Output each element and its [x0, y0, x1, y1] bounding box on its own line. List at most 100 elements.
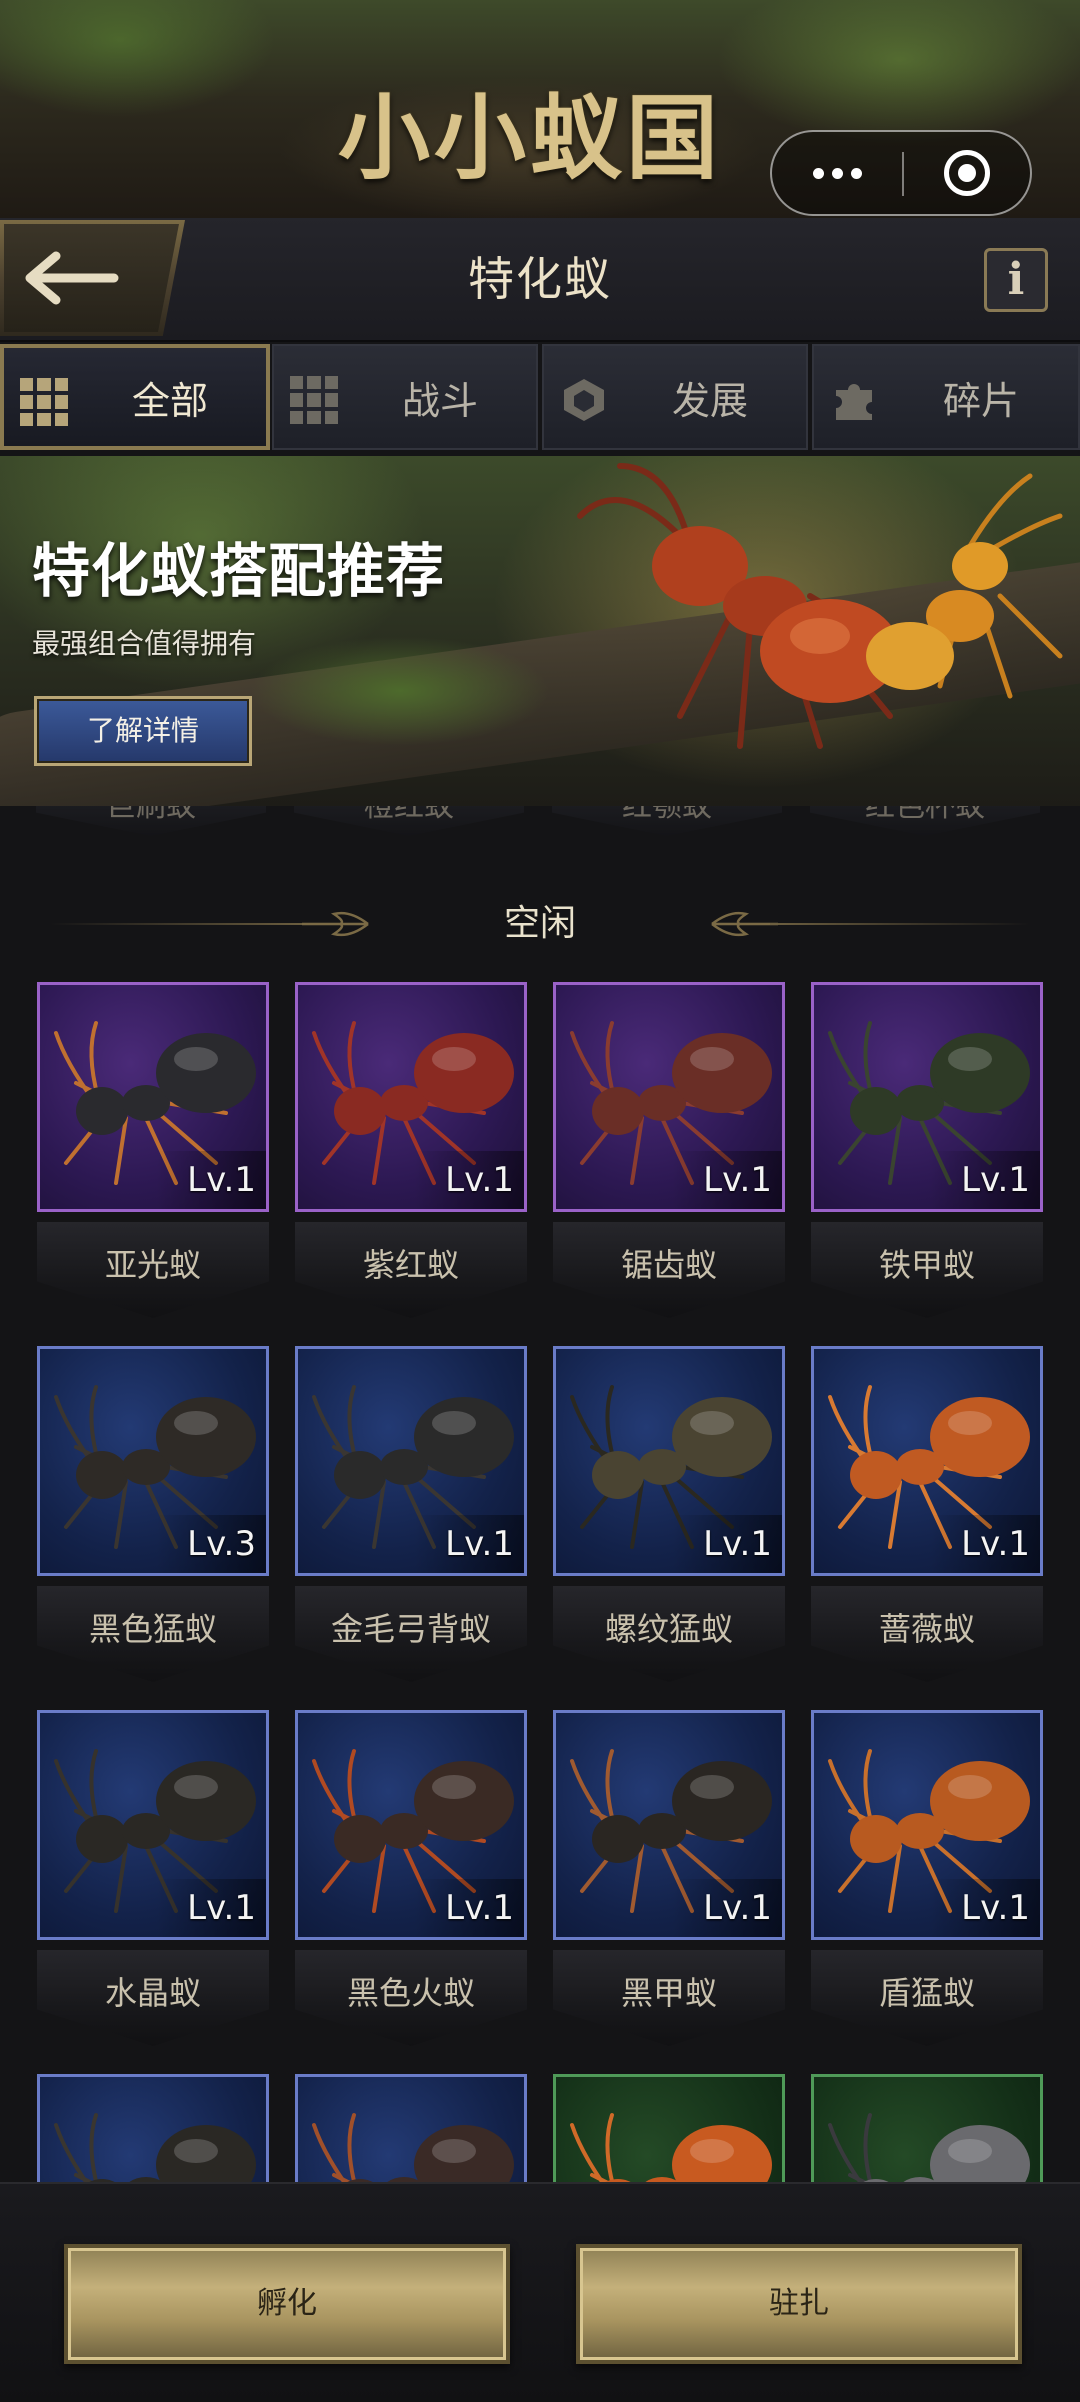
level-badge: Lv.1 — [414, 1879, 524, 1937]
divider-line — [50, 923, 310, 925]
learn-more-button[interactable]: 了解详情 — [34, 696, 252, 766]
ant-thumbnail: Lv.1 — [37, 982, 269, 1212]
back-arrow-icon — [25, 251, 119, 305]
moss-decoration — [250, 636, 550, 746]
level-badge: Lv.1 — [672, 1515, 782, 1573]
tab-label: 全部 — [131, 378, 208, 423]
ant-card[interactable]: Lv.1 金毛弓背蚁 — [295, 1346, 527, 1686]
grid-icon — [20, 378, 68, 426]
tab-fragments[interactable]: 碎片 — [812, 344, 1080, 450]
promo-subtitle: 最强组合值得拥有 — [32, 627, 257, 660]
ant-thumbnail: Lv.3 — [37, 1346, 269, 1576]
ant-thumbnail: Lv.1 — [811, 1346, 1043, 1576]
name-plate: 紫红蚁 — [295, 1222, 527, 1318]
ant-name: 黑甲蚁 — [620, 1974, 717, 2012]
ant-card[interactable] — [553, 2074, 785, 2182]
level-badge: Lv.1 — [156, 1879, 266, 1937]
ant-thumbnail — [37, 2074, 269, 2182]
ant-card[interactable]: Lv.1 黑甲蚁 — [553, 1710, 785, 2050]
ant-card[interactable]: Lv.1 蔷薇蚁 — [811, 1346, 1043, 1686]
ant-name: 水晶蚁 — [104, 1974, 201, 2012]
name-plate: 黑甲蚁 — [553, 1950, 785, 2046]
hatch-button[interactable]: 孵化 — [64, 2244, 510, 2364]
ant-name: 金毛弓背蚁 — [330, 1610, 491, 1648]
ant-thumbnail: Lv.1 — [811, 982, 1043, 1212]
ant-card[interactable] — [295, 2074, 527, 2182]
ant-card[interactable]: Lv.1 铁甲蚁 — [811, 982, 1043, 1322]
name-plate: 红色杯蚁 — [810, 806, 1040, 836]
level-badge: Lv.1 — [930, 1515, 1040, 1573]
promo-ant-illustration — [577, 463, 1063, 749]
close-miniprogram-icon[interactable] — [944, 150, 990, 196]
tab-label: 战斗 — [401, 378, 478, 423]
ant-image — [312, 2113, 514, 2182]
ant-image — [54, 2113, 256, 2182]
ant-card[interactable]: Lv.1 锯齿蚁 — [553, 982, 785, 1322]
name-plate: 水晶蚁 — [37, 1950, 269, 2046]
name-plate: 锯齿蚁 — [553, 1222, 785, 1318]
ant-card[interactable]: Lv.1 亚光蚁 — [37, 982, 269, 1322]
more-options-icon[interactable] — [772, 132, 902, 214]
ant-card[interactable]: Lv.1 盾猛蚁 — [811, 1710, 1043, 2050]
tab-development[interactable]: 发展 — [542, 344, 808, 450]
section-header: 空闲 — [0, 894, 1080, 954]
ant-card[interactable] — [37, 2074, 269, 2182]
tab-label: 碎片 — [942, 378, 1019, 423]
name-plate: 金毛弓背蚁 — [295, 1586, 527, 1682]
page-header: 特化蚁 i — [0, 218, 1080, 342]
ant-name: 巨刷蚁 — [106, 806, 196, 824]
promo-banner[interactable]: 特化蚁搭配推荐 最强组合值得拥有 了解详情 — [0, 456, 1080, 806]
top-banner: 小小蚁国 — [0, 0, 1080, 218]
page-title: 特化蚁 — [468, 252, 612, 306]
ant-thumbnail: Lv.1 — [295, 982, 527, 1212]
ant-card[interactable]: Lv.1 紫红蚁 — [295, 982, 527, 1322]
game-logo: 小小蚁国 — [337, 84, 722, 192]
ant-name: 锯齿蚁 — [620, 1246, 717, 1284]
ant-card[interactable]: Lv.1 螺纹猛蚁 — [553, 1346, 785, 1686]
puzzle-icon — [836, 384, 872, 420]
grid-icon — [290, 376, 338, 424]
ant-card[interactable]: Lv.1 黑色火蚁 — [295, 1710, 527, 2050]
level-badge: Lv.1 — [930, 1151, 1040, 1209]
ant-name: 橙红蚁 — [364, 806, 454, 824]
hexagon-icon — [564, 379, 604, 421]
name-plate: 巨刷蚁 — [36, 806, 266, 836]
ant-name: 红颚蚁 — [622, 806, 712, 824]
name-plate: 黑色猛蚁 — [37, 1586, 269, 1682]
name-plate: 红颚蚁 — [552, 806, 782, 836]
partial-name-row: 巨刷蚁 橙红蚁 红颚蚁 红色杯蚁 — [0, 806, 1080, 840]
ant-card[interactable]: Lv.1 水晶蚁 — [37, 1710, 269, 2050]
category-tabs: 全部 战斗 发展 碎片 — [0, 344, 1080, 454]
ant-thumbnail: Lv.1 — [553, 1710, 785, 1940]
name-plate: 蔷薇蚁 — [811, 1586, 1043, 1682]
bottom-action-bar: 孵化 驻扎 — [0, 2182, 1080, 2402]
station-button[interactable]: 驻扎 — [576, 2244, 1022, 2364]
ant-card[interactable] — [811, 2074, 1043, 2182]
tab-all[interactable]: 全部 — [0, 344, 270, 450]
level-badge: Lv.1 — [156, 1151, 266, 1209]
promo-title: 特化蚁搭配推荐 — [32, 537, 446, 605]
back-button[interactable] — [0, 220, 185, 336]
tab-battle[interactable]: 战斗 — [272, 344, 538, 450]
name-plate: 盾猛蚁 — [811, 1950, 1043, 2046]
capsule-divider — [902, 152, 904, 196]
level-badge: Lv.1 — [672, 1879, 782, 1937]
ant-thumbnail: Lv.1 — [295, 1710, 527, 1940]
ant-thumbnail: Lv.1 — [811, 1710, 1043, 1940]
mini-program-capsule — [770, 130, 1032, 216]
ant-thumbnail: Lv.1 — [295, 1346, 527, 1576]
level-badge: Lv.1 — [414, 1151, 524, 1209]
ant-card-grid: Lv.1 亚光蚁 Lv.1 紫红蚁 Lv.1 锯齿蚁 Lv.1 铁甲蚁 Lv.3 黑色猛蚁 Lv.1… — [0, 982, 1080, 2182]
ant-card[interactable]: Lv.3 黑色猛蚁 — [37, 1346, 269, 1686]
ant-name: 黑色猛蚁 — [88, 1610, 217, 1648]
level-badge: Lv.3 — [156, 1515, 266, 1573]
ant-thumbnail — [811, 2074, 1043, 2182]
ant-image — [828, 2113, 1030, 2182]
info-button[interactable]: i — [984, 248, 1048, 312]
ant-name: 紫红蚁 — [362, 1246, 459, 1284]
ant-image — [570, 2113, 772, 2182]
ant-thumbnail — [553, 2074, 785, 2182]
level-badge: Lv.1 — [414, 1515, 524, 1573]
ant-thumbnail — [295, 2074, 527, 2182]
name-plate: 橙红蚁 — [294, 806, 524, 836]
